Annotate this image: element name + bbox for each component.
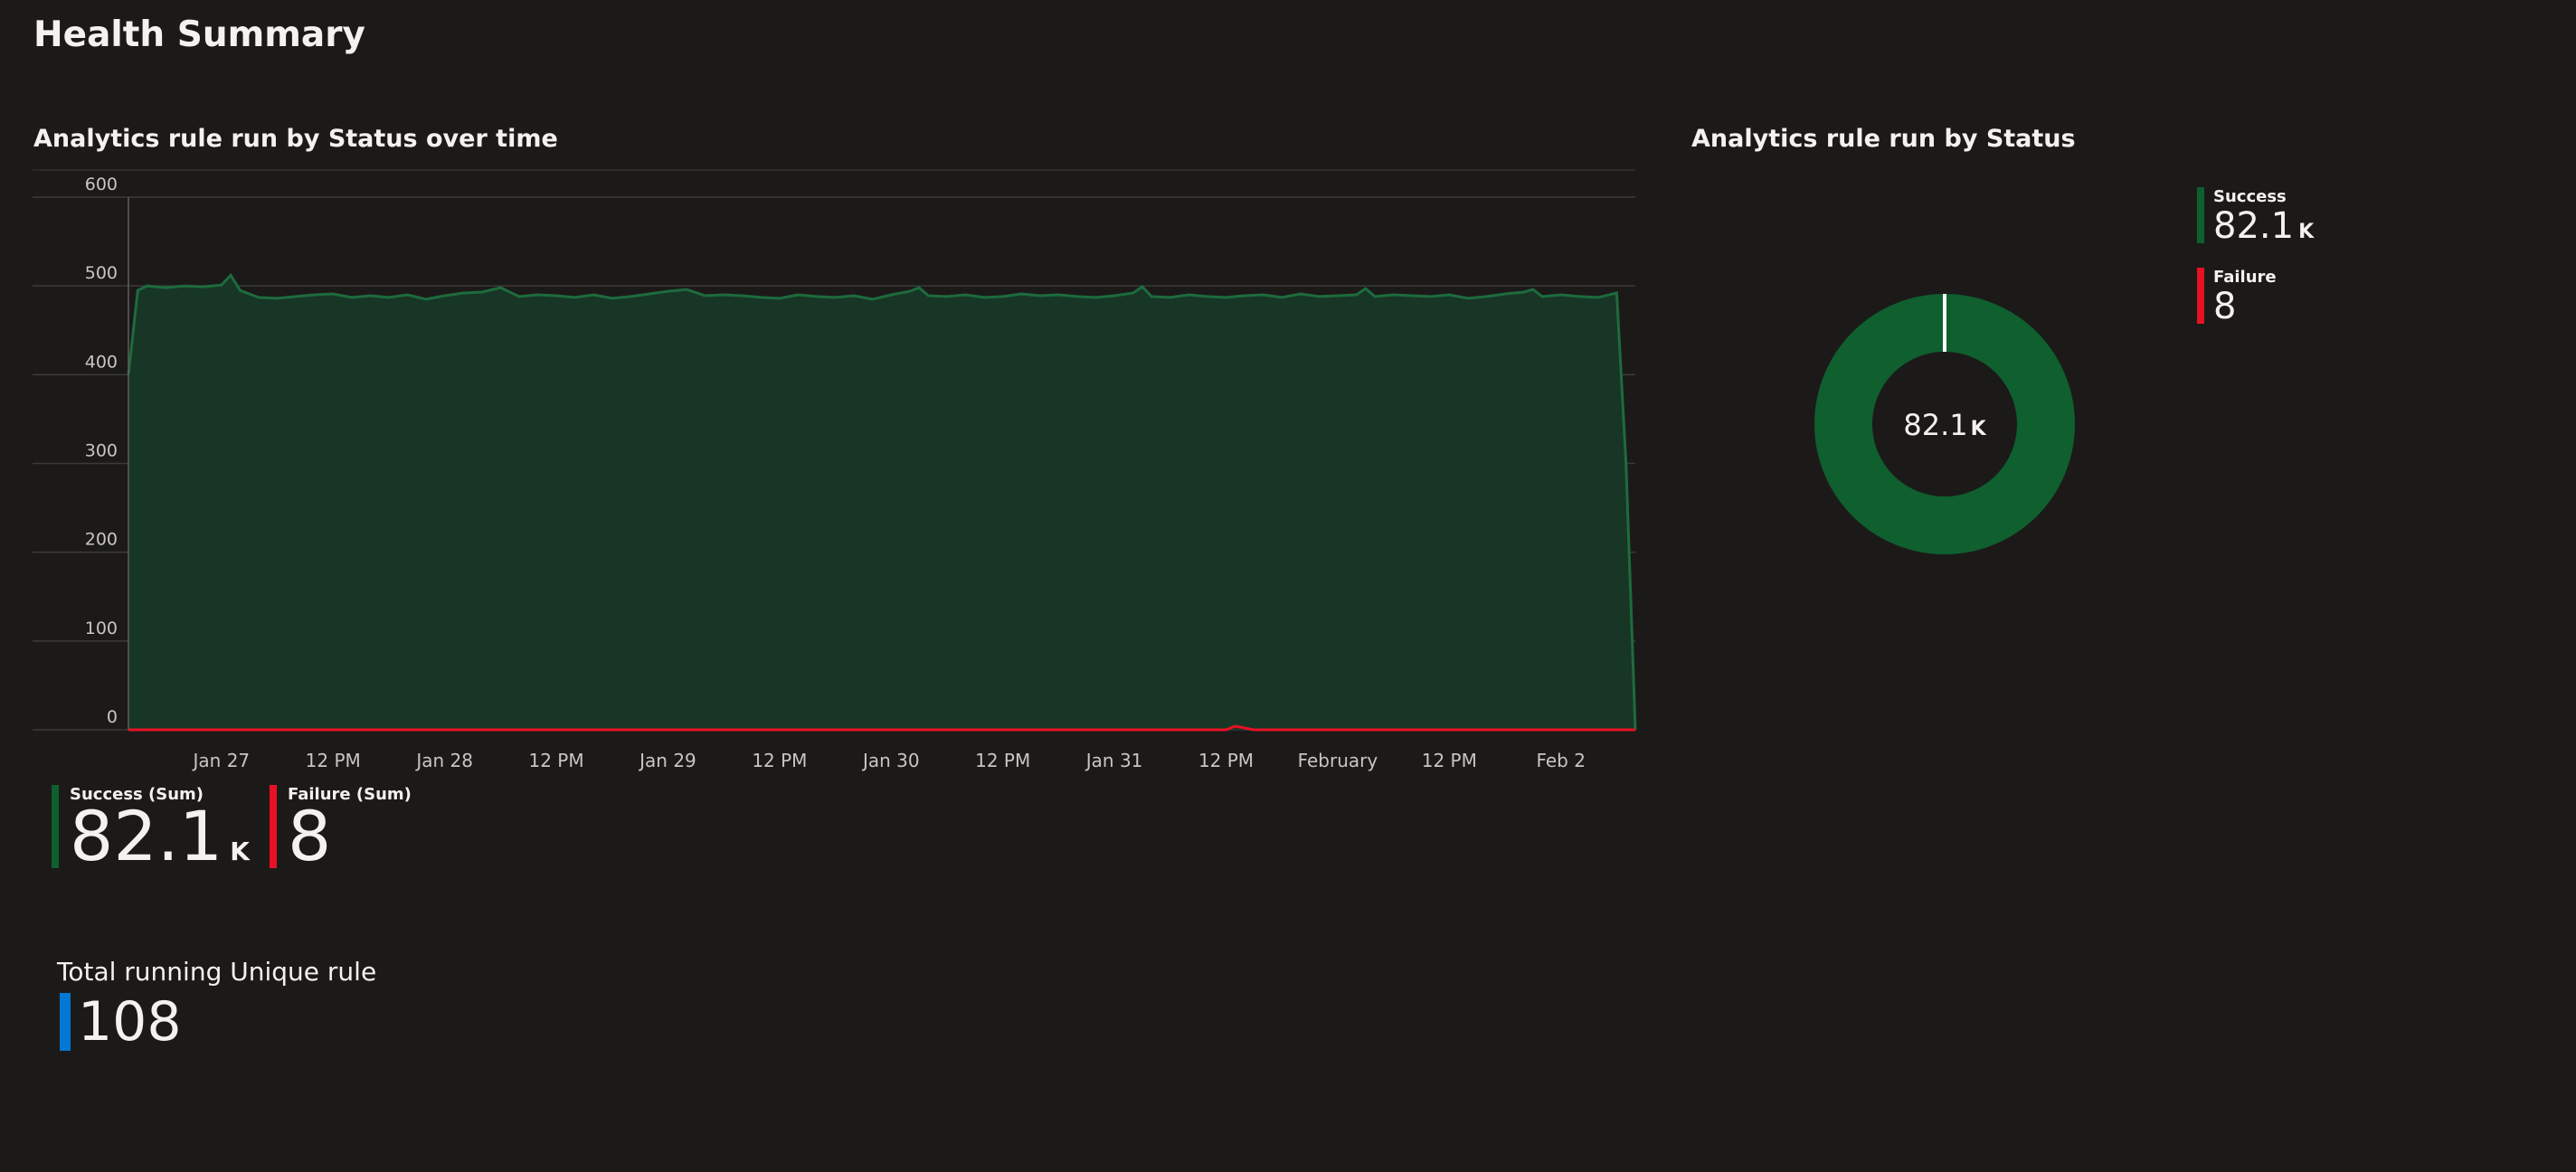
x-tick-label: 12 PM (752, 750, 807, 771)
donut-chart-title: Analytics rule run by Status (1691, 125, 2076, 153)
legend-failure-swatch (270, 785, 277, 868)
x-tick-label: 12 PM (306, 750, 361, 771)
donut-legend-failure-swatch (2197, 268, 2204, 324)
line-chart-title: Analytics rule run by Status over time (33, 125, 558, 153)
tile-label: Total running Unique rule (57, 957, 377, 987)
x-tick-label: Jan 28 (414, 750, 473, 771)
x-tick-label: Jan 31 (1084, 750, 1143, 771)
x-tick-label: 12 PM (1645, 750, 1646, 771)
y-tick-label: 200 (85, 530, 118, 550)
donut-legend-failure-value: 8 (2213, 286, 2237, 327)
donut-legend-success-swatch (2197, 187, 2204, 243)
tile-value: 108 (78, 990, 182, 1054)
donut-legend-success-label: Success (2213, 187, 2287, 206)
x-tick-label: 12 PM (528, 750, 583, 771)
donut-center-value: 82.1 K (1903, 408, 1986, 442)
x-tick-label: Jan 30 (861, 750, 920, 771)
y-tick-label: 400 (85, 352, 118, 372)
x-tick-label: Feb 2 (1536, 750, 1586, 771)
tile-accent-bar (60, 993, 71, 1051)
success-area (128, 275, 1635, 730)
y-tick-label: 500 (85, 263, 118, 283)
legend-success-sum[interactable]: Success (Sum) 82.1 K (52, 785, 250, 884)
legend-success-swatch (52, 785, 59, 868)
x-tick-label: 12 PM (1198, 750, 1254, 771)
x-tick-label: February (1298, 750, 1378, 771)
donut-chart[interactable]: 82.1 K (1800, 279, 2089, 569)
donut-legend-failure[interactable]: Failure 8 (2197, 268, 2277, 332)
donut-legend-failure-label: Failure (2213, 268, 2277, 287)
legend-failure-sum[interactable]: Failure (Sum) 8 (270, 785, 412, 884)
unique-rule-tile[interactable]: 108 (60, 993, 182, 1051)
y-tick-label: 300 (85, 441, 118, 461)
x-tick-label: 12 PM (975, 750, 1030, 771)
legend-failure-value: 8 (288, 796, 332, 876)
area-chart[interactable]: 0 100 200 300 400 500 600 Jan 27 12 PM Jan 28 12 … (0, 163, 1646, 778)
x-tick-label: 12 PM (1422, 750, 1477, 771)
x-tick-label: Jan 29 (638, 750, 696, 771)
page-title: Health Summary (33, 14, 365, 55)
donut-legend-success[interactable]: Success 82.1 K (2197, 187, 2314, 251)
donut-legend-success-value: 82.1 K (2213, 205, 2315, 247)
legend-success-value: 82.1 K (70, 796, 250, 876)
y-tick-label: 600 (85, 175, 118, 194)
y-tick-label: 100 (85, 619, 118, 638)
y-tick-label: 0 (107, 707, 118, 727)
x-tick-label: Jan 27 (192, 750, 251, 771)
